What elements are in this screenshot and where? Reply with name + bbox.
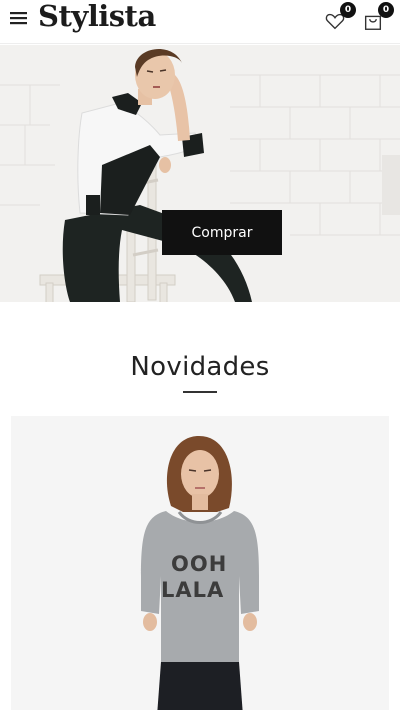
shirt-print-line-2: LALA <box>161 578 225 602</box>
shirt-print-line-1: OOH <box>171 552 228 576</box>
top-header: Stylista 0 0 <box>0 0 400 44</box>
shop-now-button[interactable]: Comprar <box>162 210 282 255</box>
cart-count-badge: 0 <box>378 2 394 18</box>
product-card[interactable]: OOH LALA <box>11 416 389 710</box>
brand-logo[interactable]: Stylista <box>38 0 156 33</box>
cart-button[interactable]: 0 <box>362 2 394 34</box>
wishlist-count-badge: 0 <box>340 2 356 18</box>
title-divider <box>183 391 217 393</box>
hamburger-menu-icon[interactable] <box>8 7 30 29</box>
section-title-new-arrivals: Novidades <box>130 352 270 382</box>
hero-image <box>0 45 400 302</box>
wishlist-button[interactable]: 0 <box>324 2 356 34</box>
hero-banner[interactable]: Comprar <box>0 45 400 302</box>
